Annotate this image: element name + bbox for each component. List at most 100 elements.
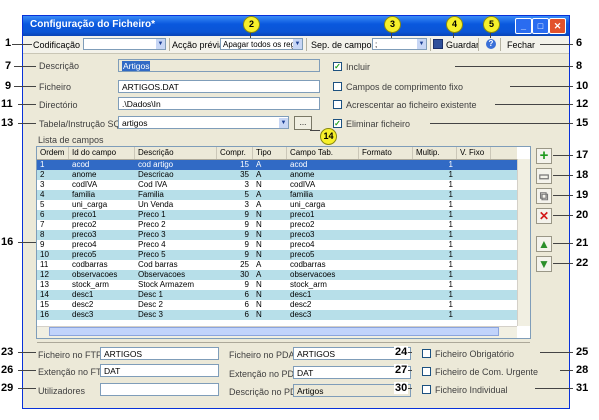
table-cell: uni_carga — [290, 200, 326, 209]
grid-column-header[interactable]: Compr. — [217, 147, 253, 159]
table-cell: A — [256, 160, 262, 169]
callout-line — [553, 243, 573, 244]
delete-icon[interactable]: ✕ — [536, 208, 552, 224]
grid-column-header[interactable]: Tipo — [253, 147, 287, 159]
table-cell: 1 — [448, 280, 453, 289]
table-row[interactable]: 14 desc1 Desc 1 6 Ndesc1 1 — [37, 290, 517, 300]
table-cell: 1 — [448, 270, 453, 279]
table-cell: 11 — [40, 260, 49, 269]
ftp-label: Ficheiro no FTP — [38, 350, 103, 360]
accao-previa-combo[interactable]: Apagar todos os reg ▼ — [220, 38, 303, 50]
copy-icon[interactable]: ⧉ — [536, 188, 552, 204]
acrescentar-checkbox[interactable] — [333, 100, 342, 109]
codificacao-combo[interactable]: ▼ — [83, 38, 166, 50]
table-cell: 1 — [448, 260, 453, 269]
table-cell: Desc 1 — [138, 290, 163, 299]
ficheiro-label: Ficheiro — [39, 82, 72, 92]
callout-line — [510, 86, 573, 87]
maximize-button[interactable]: □ — [532, 18, 549, 34]
callout-line — [18, 370, 36, 371]
utilizadores-field[interactable] — [100, 383, 219, 396]
guardar-button[interactable]: Guardar — [446, 40, 479, 50]
grid-column-header[interactable]: Multip. — [413, 147, 457, 159]
fechar-button[interactable]: Fechar — [507, 40, 535, 50]
table-row[interactable]: 3 codIVA Cod IVA 3 NcodIVA 1 — [37, 180, 517, 190]
table-row[interactable]: 10 preco5 Preco 5 9 Npreco5 1 — [37, 250, 517, 260]
table-cell: desc1 — [290, 290, 312, 299]
table-row[interactable]: 4 familia Familia 5 Afamilia 1 — [37, 190, 517, 200]
comp-fixo-checkbox[interactable] — [333, 82, 342, 91]
minimize-button[interactable]: _ — [515, 18, 532, 34]
arrow-down-icon[interactable]: ▼ — [536, 256, 552, 272]
table-cell: Familia — [138, 190, 164, 199]
ficheiro-field[interactable]: ARTIGOS.DAT — [118, 80, 320, 93]
ext-ftp-field[interactable]: DAT — [100, 364, 219, 377]
table-row[interactable]: 16 desc3 Desc 3 6 Ndesc3 1 — [37, 310, 517, 320]
table-cell: 9 — [244, 220, 249, 229]
callout-number: 2 — [243, 16, 260, 33]
incluir-checkbox[interactable]: ✓ — [333, 62, 342, 71]
table-cell: 1 — [448, 180, 453, 189]
close-button[interactable]: ✕ — [549, 18, 566, 34]
callout-number: 7 — [4, 60, 13, 72]
table-cell: 1 — [448, 170, 453, 179]
browse-button[interactable]: ... — [294, 116, 312, 130]
ftp-field[interactable]: ARTIGOS — [100, 347, 219, 360]
sep-campos-combo[interactable]: ; ▼ — [372, 38, 427, 50]
table-cell: codIVA — [72, 180, 98, 189]
callout-line — [18, 104, 36, 105]
tabela-combo[interactable]: artigos ▼ — [118, 116, 289, 129]
table-row[interactable]: 13 stock_arm Stock Armazem 9 Nstock_arm 1 — [37, 280, 517, 290]
table-row[interactable]: 11 codbarras Cod barras 25 Acodbarras 1 — [37, 260, 517, 270]
table-cell: 7 — [40, 220, 45, 229]
toolbar-separator — [478, 38, 479, 51]
table-row[interactable]: 12 observacoes Observacoes 30 Aobservacoes 1 — [37, 270, 517, 280]
table-cell: observacoes — [290, 270, 336, 279]
table-row[interactable]: 7 preco2 Preco 2 9 Npreco2 1 — [37, 220, 517, 230]
grid-column-header[interactable]: Campo Tab. — [287, 147, 359, 159]
table-cell: acod — [290, 160, 308, 169]
bottom-divider — [37, 342, 530, 343]
table-row[interactable]: 5 uni_carga Un Venda 3 Auni_carga 1 — [37, 200, 517, 210]
obrigatorio-checkbox[interactable] — [422, 349, 431, 358]
table-cell: A — [256, 190, 262, 199]
arrow-up-icon[interactable]: ▲ — [536, 236, 552, 252]
grid-column-header[interactable]: Descrição — [135, 147, 217, 159]
table-cell: 12 — [40, 270, 49, 279]
callout-number: 23 — [0, 346, 15, 358]
descricao-field[interactable]: Artigos — [118, 59, 320, 72]
grid-column-header[interactable]: V. Fixo — [457, 147, 491, 159]
table-cell: 10 — [40, 250, 49, 259]
directorio-field[interactable]: .\Dados\In — [118, 97, 320, 110]
help-icon[interactable]: ? — [486, 39, 496, 49]
table-row[interactable]: 8 preco3 Preco 3 9 Npreco3 1 — [37, 230, 517, 240]
grid-column-header[interactable]: Ordem — [37, 147, 69, 159]
table-cell: stock_arm — [290, 280, 327, 289]
table-cell: N — [256, 290, 262, 299]
table-cell: 1 — [448, 230, 453, 239]
table-row[interactable]: 2 anome Descricao 35 Aanome 1 — [37, 170, 517, 180]
table-row[interactable]: 1 acod cod artigo 15 Aacod 1 — [37, 160, 517, 170]
grid-column-header[interactable]: Id do campo — [69, 147, 135, 159]
table-cell: anome — [72, 170, 97, 179]
table-cell: 16 — [40, 310, 49, 319]
table-row[interactable]: 6 preco1 Preco 1 9 Npreco1 1 — [37, 210, 517, 220]
grid-column-header[interactable]: Formato — [359, 147, 413, 159]
grid-vscrollbar[interactable] — [517, 159, 530, 326]
document-icon[interactable]: ▭ — [536, 168, 552, 184]
callout-number: 4 — [446, 16, 463, 33]
callout-line — [553, 215, 573, 216]
table-row[interactable]: 15 desc2 Desc 2 6 Ndesc2 1 — [37, 300, 517, 310]
urgente-checkbox[interactable] — [422, 367, 431, 376]
callout-number: 18 — [575, 169, 590, 181]
callout-number: 19 — [575, 189, 590, 201]
add-icon[interactable]: + — [536, 148, 552, 164]
table-cell: Desc 3 — [138, 310, 163, 319]
table-row[interactable]: 9 preco4 Preco 4 9 Npreco4 1 — [37, 240, 517, 250]
individual-checkbox[interactable] — [422, 385, 431, 394]
callout-line — [553, 155, 573, 156]
callout-line — [535, 388, 573, 389]
grid-hscroll-thumb[interactable] — [49, 327, 499, 336]
table-cell: cod artigo — [138, 160, 174, 169]
eliminar-checkbox[interactable]: ✓ — [333, 119, 342, 128]
